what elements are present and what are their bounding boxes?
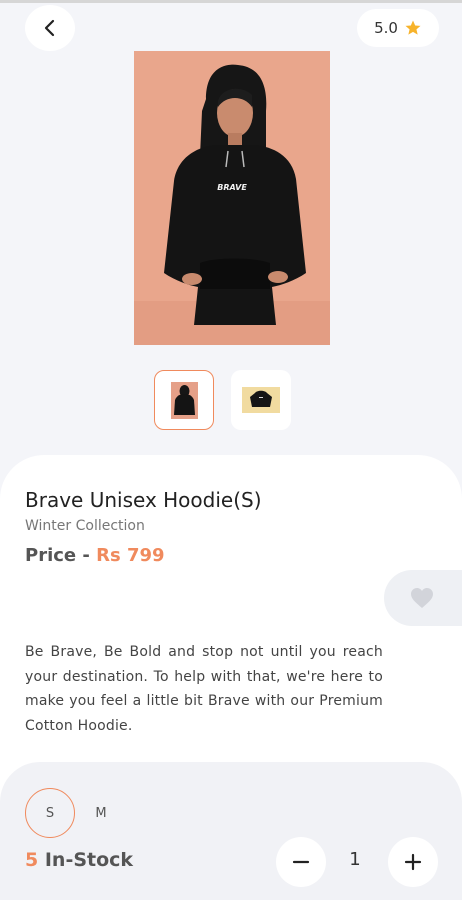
hoodie-flat-thumbnail-image [242, 387, 280, 413]
increase-quantity-button[interactable] [388, 837, 438, 887]
minus-icon [292, 860, 310, 864]
size-option-s[interactable]: S [25, 788, 75, 838]
stock-status: 5 In-Stock [25, 849, 133, 871]
size-option-m[interactable]: M [76, 788, 126, 838]
chevron-left-icon [44, 19, 55, 37]
star-icon [405, 20, 421, 35]
plus-icon [404, 853, 422, 871]
decrease-quantity-button[interactable] [276, 837, 326, 887]
quantity-value: 1 [349, 849, 361, 870]
product-image: BRAVE [134, 51, 330, 345]
favorite-button[interactable] [384, 570, 462, 626]
rating-badge: 5.0 [357, 9, 439, 47]
product-collection: Winter Collection [25, 518, 145, 534]
back-button[interactable] [25, 5, 75, 51]
rating-value: 5.0 [374, 19, 398, 37]
product-description: Be Brave, Be Bold and stop not until you… [25, 644, 383, 734]
purchase-panel [0, 762, 462, 900]
heart-icon [411, 588, 433, 608]
price-row: Price - Rs 799 [25, 545, 165, 566]
stock-count: 5 [25, 849, 39, 871]
price-label: Price - [25, 545, 97, 566]
hoodie-print-text: BRAVE [217, 183, 247, 192]
top-divider [0, 0, 462, 3]
thumbnail-flat[interactable] [231, 370, 291, 430]
stock-label: In-Stock [38, 849, 134, 871]
product-title: Brave Unisex Hoodie(S) [25, 488, 262, 512]
price-value: Rs 799 [96, 545, 165, 566]
thumbnail-model[interactable] [154, 370, 214, 430]
hoodie-model-thumbnail-image [170, 381, 198, 419]
